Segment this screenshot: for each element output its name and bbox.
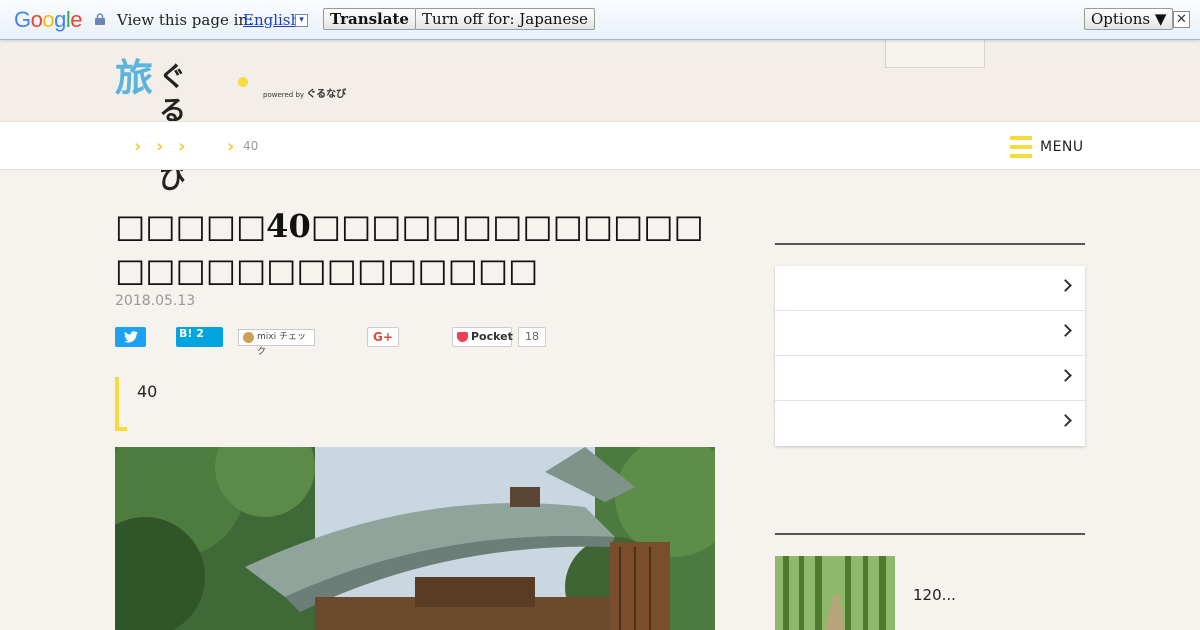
chevron-right-icon (1059, 414, 1072, 427)
menu-button[interactable]: MENU (1010, 136, 1084, 158)
language-select[interactable]: English (243, 11, 300, 29)
mixi-icon (243, 332, 254, 343)
logo-letter: e (70, 7, 83, 32)
article-hero-image (115, 447, 715, 630)
sidebar-divider (775, 533, 1085, 535)
translate-bar: Google View this page in: English ▾ Tran… (0, 0, 1200, 40)
logo-letter: o (42, 7, 55, 32)
logo-kanji: 旅 (115, 55, 154, 100)
powered-by: powered by ぐるなび (263, 85, 346, 100)
logo-accent-dot (238, 77, 248, 87)
article-title: □□□□□40□□□□□□□□□□□□□□□□□□□□□□□□□□□ (115, 207, 704, 289)
powered-brand: ぐるなび (306, 89, 347, 100)
sidebar-list-item[interactable] (775, 311, 1085, 356)
pocket-icon (457, 332, 468, 342)
header-ad-box (885, 40, 985, 68)
turn-off-button[interactable]: Turn off for: Japanese (415, 8, 595, 30)
google-logo: Google (14, 7, 83, 33)
sidebar-list-item[interactable] (775, 266, 1085, 311)
breadcrumb-chevron[interactable]: › (178, 136, 185, 157)
lead-text: 40 (137, 382, 158, 401)
sidebar-list-item[interactable] (775, 356, 1085, 401)
translate-button[interactable]: Translate (323, 8, 416, 30)
view-page-label: View this page in: (117, 11, 254, 29)
sidebar-category-list (775, 266, 1085, 446)
breadcrumb-bar: › › › › 40 MENU (0, 121, 1200, 170)
related-article-thumbnail[interactable] (775, 556, 895, 630)
mixi-check-button[interactable]: mixi チェック (238, 329, 315, 357)
site-header: 旅 ぐるたび powered by ぐるなび (0, 40, 1200, 195)
powered-by-text: powered by (263, 91, 305, 99)
bamboo-photo (775, 556, 895, 630)
close-icon[interactable]: ✕ (1173, 11, 1190, 28)
article-lead: 40 (115, 377, 715, 431)
sidebar-divider (775, 243, 1085, 245)
pocket-label: Pocket (471, 330, 513, 343)
lock-icon (95, 13, 105, 25)
logo-letter: o (30, 7, 43, 32)
menu-label: MENU (1040, 139, 1084, 155)
sidebar-list-item[interactable] (775, 401, 1085, 446)
chevron-right-icon (1059, 279, 1072, 292)
chevron-right-icon (1059, 369, 1072, 382)
shrine-photo (115, 447, 715, 630)
twitter-share-button[interactable] (115, 327, 146, 347)
gplus-share-button[interactable]: G+ (367, 327, 399, 347)
breadcrumb-current: 40 (243, 139, 259, 153)
hatena-bookmark-button[interactable]: B! 2 (176, 327, 223, 347)
logo-letter: g (54, 7, 66, 32)
breadcrumb-chevron[interactable]: › (227, 136, 234, 157)
mixi-label: mixi チェック (257, 332, 306, 357)
logo-letter: G (14, 7, 31, 32)
related-article-title[interactable]: 120... (913, 586, 956, 604)
hamburger-icon (1010, 136, 1032, 158)
pocket-button[interactable]: Pocket (452, 327, 513, 347)
options-button[interactable]: Options ▼ (1084, 8, 1174, 30)
article-date: 2018.05.13 (115, 293, 196, 309)
pocket-count: 18 (518, 327, 546, 347)
chevron-down-icon[interactable]: ▾ (295, 14, 308, 27)
twitter-icon (123, 331, 138, 343)
chevron-right-icon (1059, 324, 1072, 337)
breadcrumb-chevron[interactable]: › (134, 136, 141, 157)
breadcrumb-chevron[interactable]: › (156, 136, 163, 157)
